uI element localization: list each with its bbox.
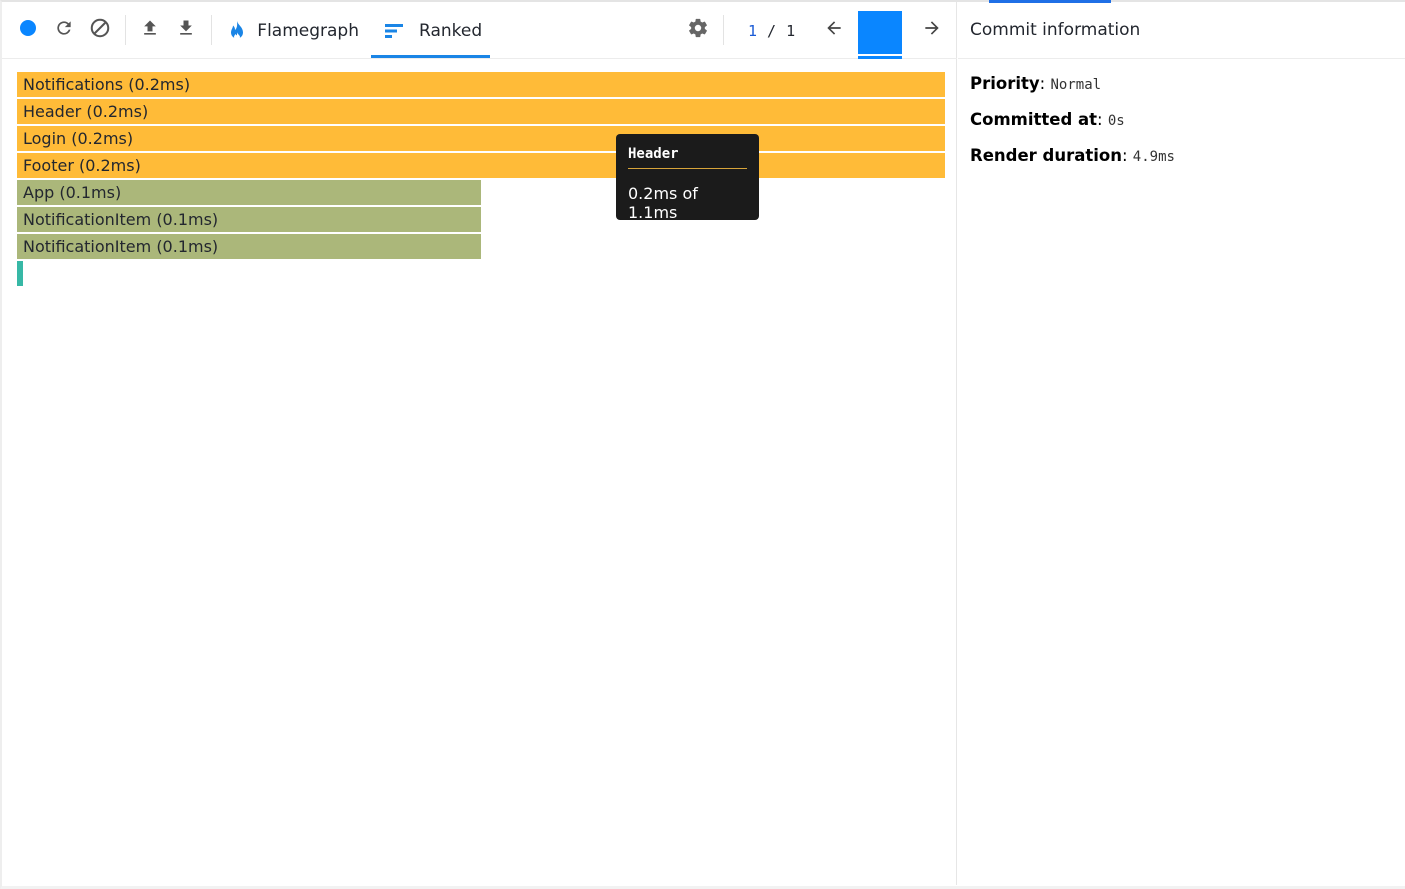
priority-value: Normal (1050, 77, 1102, 93)
ranked-bar[interactable]: Notifications (0.2ms) (17, 72, 945, 97)
gear-icon (687, 17, 709, 43)
ranked-bar-label: NotificationItem (0.1ms) (23, 210, 219, 229)
toolbar-separator (723, 15, 724, 45)
record-button[interactable] (15, 17, 41, 43)
tab-flamegraph[interactable]: Flamegraph (229, 2, 359, 59)
record-dot-icon (19, 19, 37, 41)
tab-flamegraph-label: Flamegraph (257, 20, 359, 41)
committed-at-row: Committed at: 0s (970, 110, 1125, 129)
load-profile-button[interactable] (137, 17, 163, 43)
download-icon (176, 18, 196, 42)
previous-commit-button[interactable] (821, 17, 847, 43)
ranked-icon (385, 23, 403, 39)
reload-icon (54, 18, 74, 42)
ranked-bar[interactable]: NotificationItem (0.1ms) (17, 207, 481, 232)
commit-bar[interactable] (858, 11, 902, 54)
ranked-bar-label: NotificationItem (0.1ms) (23, 237, 219, 256)
tab-ranked[interactable]: Ranked (371, 2, 490, 59)
commit-selector[interactable] (858, 11, 902, 59)
toolbar-separator (211, 15, 212, 45)
ranked-bar-label: Notifications (0.2ms) (23, 75, 191, 94)
commit-bar-selected-indicator (858, 56, 902, 59)
clear-icon (89, 17, 111, 43)
save-profile-button[interactable] (173, 17, 199, 43)
render-duration-value: 4.9ms (1132, 149, 1175, 165)
toolbar-separator (125, 15, 126, 45)
tooltip-title: Header (628, 146, 747, 169)
ranked-bar-label: Login (0.2ms) (23, 129, 134, 148)
settings-button[interactable] (685, 17, 711, 43)
commit-total: 1 (786, 22, 796, 40)
priority-row: Priority: Normal (970, 74, 1102, 93)
arrow-right-icon (922, 18, 942, 42)
ranked-bar[interactable] (17, 261, 23, 286)
tab-ranked-label: Ranked (419, 20, 483, 41)
render-duration-row: Render duration: 4.9ms (970, 146, 1175, 165)
committed-at-label: Committed at (970, 110, 1098, 129)
profiler-toolbar: Flamegraph Ranked 1 / 1 (2, 2, 957, 59)
ranked-bar[interactable]: App (0.1ms) (17, 180, 481, 205)
reload-button[interactable] (51, 17, 77, 43)
ranked-bar-label: Footer (0.2ms) (23, 156, 141, 175)
ranked-bar[interactable]: Login (0.2ms) (17, 126, 945, 151)
hover-tooltip: Header 0.2ms of 1.1ms (616, 134, 759, 222)
arrow-left-icon (824, 18, 844, 42)
priority-label: Priority (970, 74, 1040, 93)
upload-icon (140, 18, 160, 42)
ranked-chart: Notifications (0.2ms) Header (0.2ms) Log… (17, 72, 947, 288)
ranked-bar-label: App (0.1ms) (23, 183, 122, 202)
commit-separator: / (767, 22, 777, 40)
commit-index: 1 (748, 22, 758, 40)
commit-info-header: Commit information (958, 2, 1405, 59)
next-commit-button[interactable] (919, 17, 945, 43)
clear-button[interactable] (87, 17, 113, 43)
commit-counter: 1 / 1 (748, 22, 795, 40)
commit-info-panel: Commit information Priority: Normal Comm… (958, 2, 1405, 885)
profiler-panel: Flamegraph Ranked 1 / 1 Notifications (0… (2, 2, 957, 885)
committed-at-value: 0s (1107, 113, 1125, 129)
ranked-bar[interactable]: Header (0.2ms) (17, 99, 945, 124)
ranked-bar[interactable]: NotificationItem (0.1ms) (17, 234, 481, 259)
ranked-bar[interactable]: Footer (0.2ms) (17, 153, 945, 178)
render-duration-label: Render duration (970, 146, 1122, 165)
flame-icon (229, 20, 245, 41)
tooltip-body: 0.2ms of 1.1ms (628, 184, 698, 222)
ranked-bar-label: Header (0.2ms) (23, 102, 149, 121)
